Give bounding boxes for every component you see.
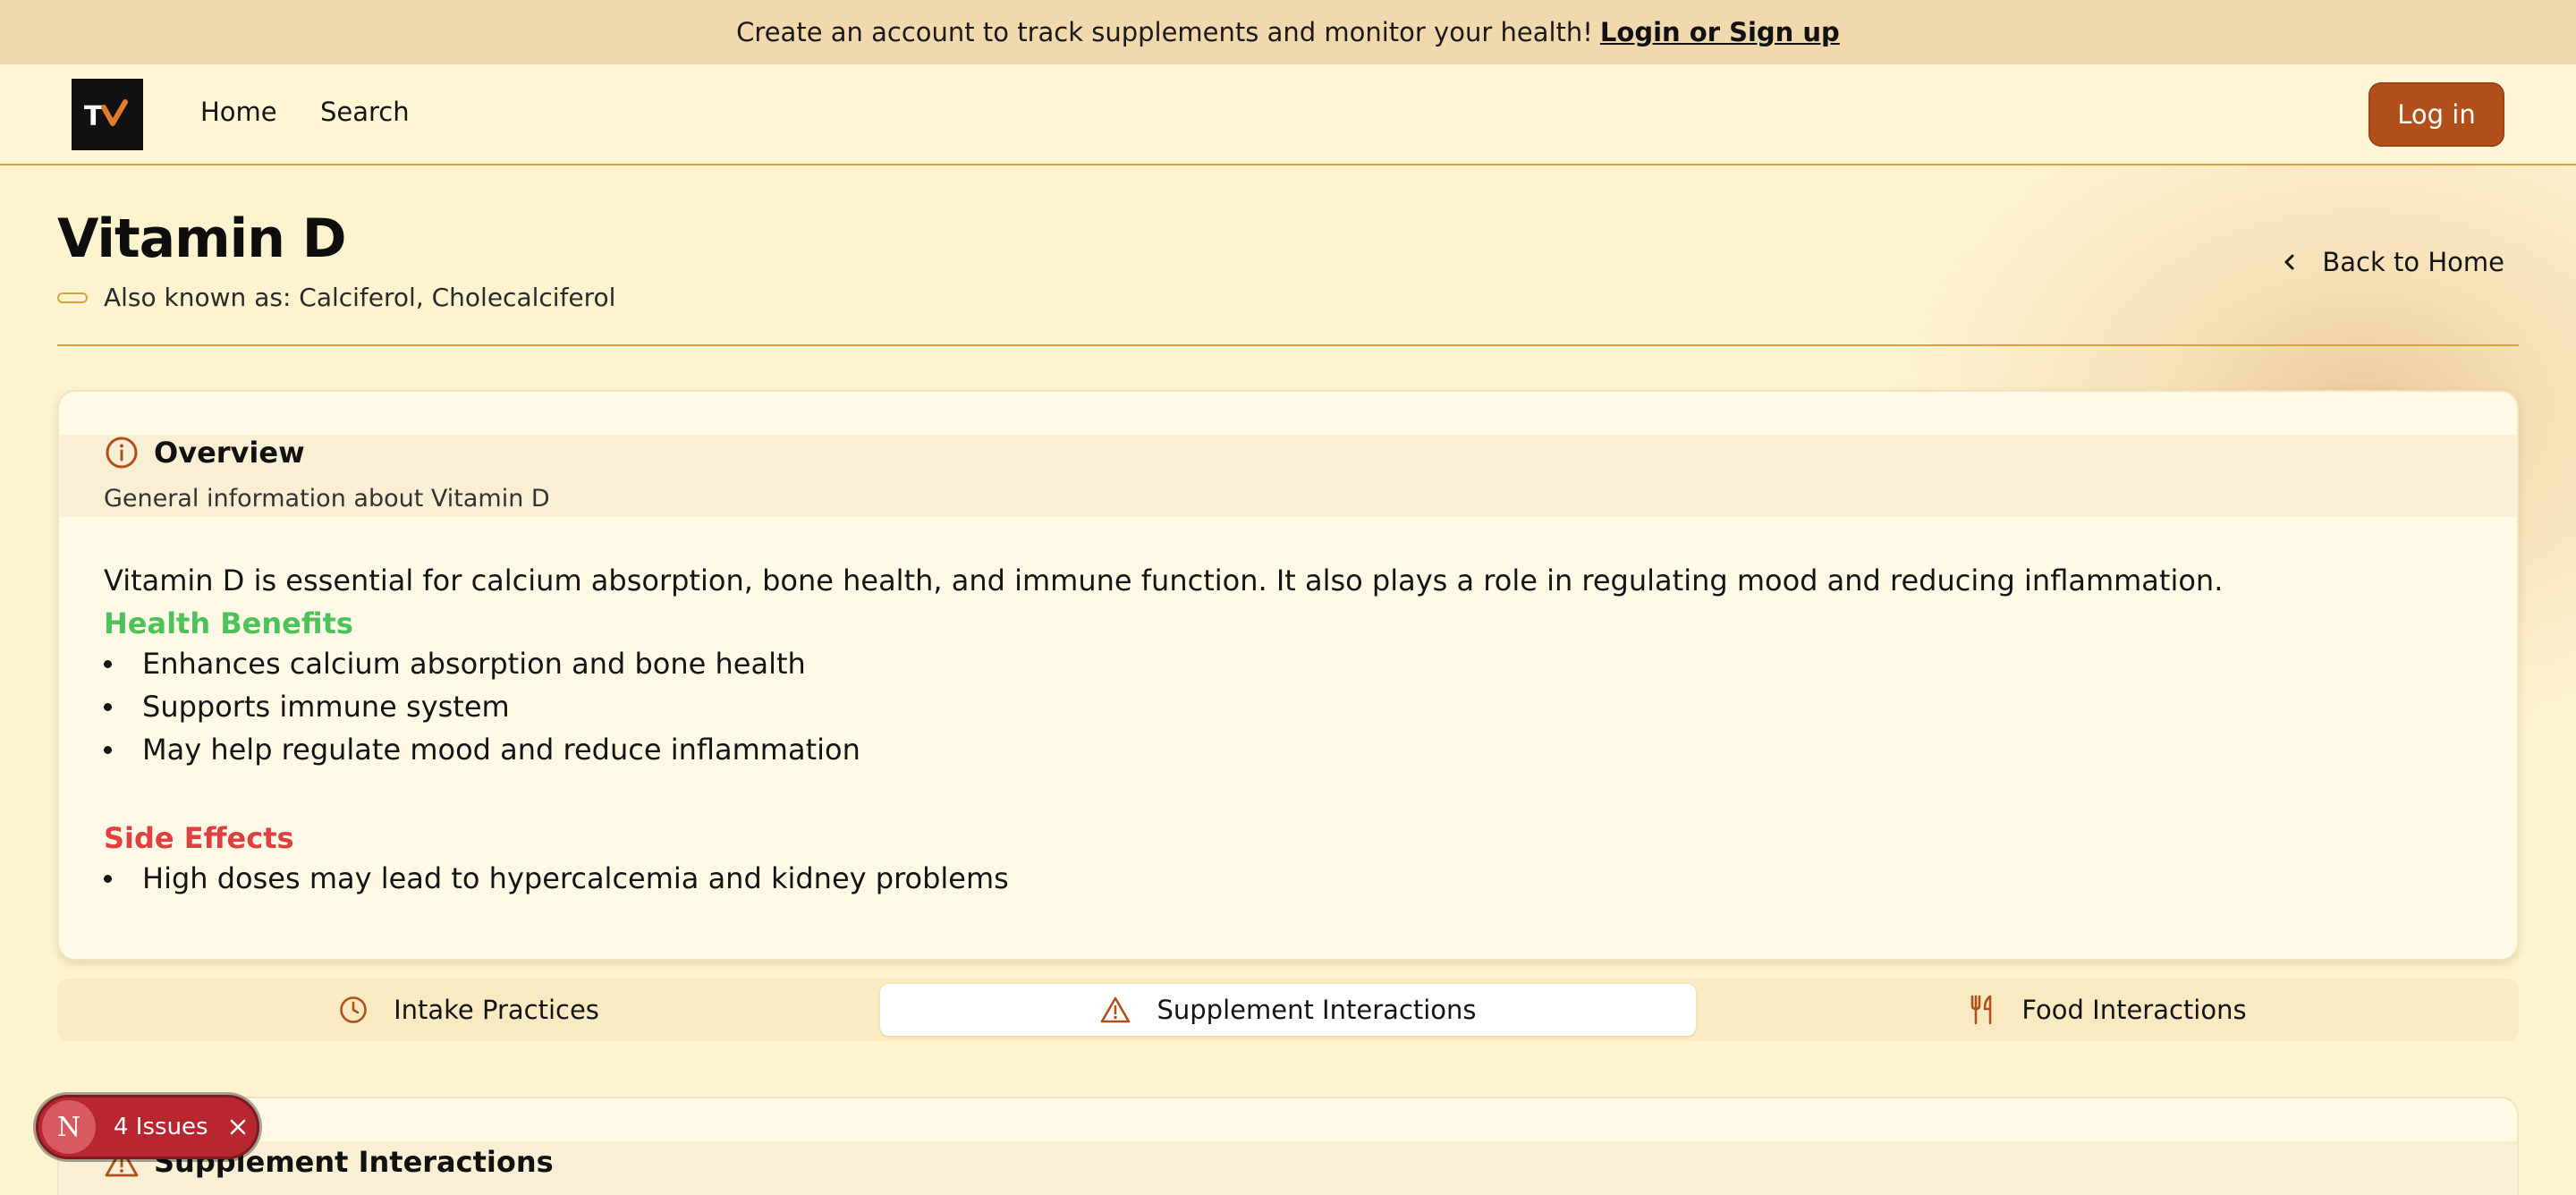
login-button[interactable]: Log in	[2368, 82, 2504, 147]
svg-text:T: T	[84, 101, 103, 132]
aka-text: Also known as: Calciferol, Cholecalcifer…	[104, 283, 616, 312]
overview-description: Vitamin D is essential for calcium absor…	[104, 564, 2224, 598]
tab-supplement-interactions[interactable]: Supplement Interactions	[880, 984, 1696, 1036]
tv-logo-icon: T	[84, 99, 128, 132]
navbar: T Home Search Log in	[0, 64, 2576, 165]
list-item: High doses may lead to hypercalcemia and…	[104, 857, 1009, 900]
side-effects-heading: Side Effects	[104, 821, 294, 855]
overview-title-row: Overview	[104, 435, 305, 470]
aka-badge	[57, 292, 88, 303]
list-item: May help regulate mood and reduce inflam…	[104, 728, 860, 771]
header-divider	[57, 344, 2519, 346]
clock-icon	[338, 995, 369, 1025]
bullet	[104, 745, 112, 754]
supplement-interactions-card: Supplement Interactions	[57, 1097, 2519, 1195]
bullet	[104, 659, 112, 668]
issues-badge[interactable]: N 4 Issues	[36, 1095, 259, 1159]
detail-tabs: Intake Practices Supplement Interactions…	[57, 979, 2519, 1041]
overview-subtitle: General information about Vitamin D	[104, 485, 550, 513]
tab-label: Intake Practices	[394, 995, 599, 1025]
nav-search-link[interactable]: Search	[320, 97, 410, 127]
banner-text: Create an account to track supplements a…	[736, 17, 1593, 47]
benefit-text: May help regulate mood and reduce inflam…	[142, 733, 860, 767]
utensils-icon	[1968, 994, 1996, 1026]
health-benefits-list: Enhances calcium absorption and bone hea…	[104, 642, 860, 771]
nextjs-logo-icon: N	[42, 1100, 96, 1154]
issues-count: 4 Issues	[114, 1114, 208, 1140]
login-signup-link[interactable]: Login or Sign up	[1600, 17, 1840, 47]
side-effects-list: High doses may lead to hypercalcemia and…	[104, 857, 1009, 900]
aka-row: Also known as: Calciferol, Cholecalcifer…	[57, 283, 615, 312]
chevron-left-icon	[2283, 251, 2297, 273]
overview-title: Overview	[154, 436, 305, 470]
bullet	[104, 874, 112, 883]
tab-label: Food Interactions	[2021, 995, 2247, 1025]
back-to-home-link[interactable]: Back to Home	[2283, 247, 2504, 277]
signup-banner: Create an account to track supplements a…	[0, 0, 2576, 64]
benefit-text: Supports immune system	[142, 690, 510, 724]
list-item: Supports immune system	[104, 685, 860, 728]
warning-icon	[1099, 995, 1131, 1025]
tab-intake-practices[interactable]: Intake Practices	[57, 984, 880, 1036]
list-item: Enhances calcium absorption and bone hea…	[104, 642, 860, 685]
side-effect-text: High doses may lead to hypercalcemia and…	[142, 861, 1009, 895]
tab-label: Supplement Interactions	[1157, 995, 1477, 1025]
nav-home-link[interactable]: Home	[200, 97, 277, 127]
bullet	[104, 702, 112, 711]
back-to-home-label: Back to Home	[2322, 247, 2504, 277]
close-icon[interactable]	[228, 1117, 248, 1137]
tab-food-interactions[interactable]: Food Interactions	[1696, 984, 2519, 1036]
app-logo[interactable]: T	[72, 79, 143, 150]
overview-card: Overview General information about Vitam…	[57, 390, 2519, 961]
benefit-text: Enhances calcium absorption and bone hea…	[142, 647, 806, 681]
info-icon	[104, 435, 140, 470]
page-title: Vitamin D	[57, 208, 347, 270]
health-benefits-heading: Health Benefits	[104, 606, 353, 640]
